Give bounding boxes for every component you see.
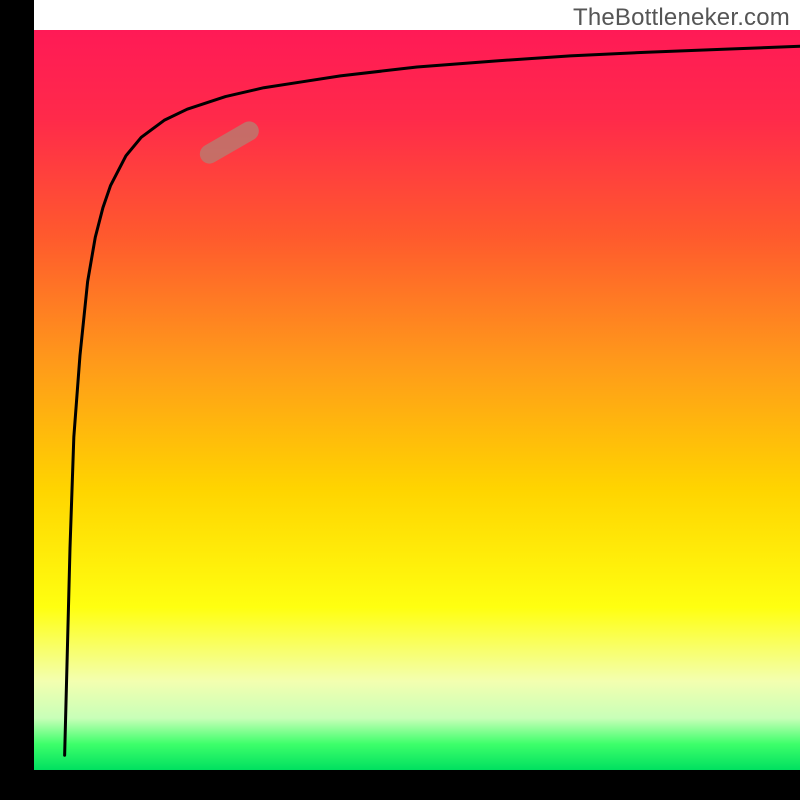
bottleneck-chart (0, 0, 800, 800)
watermark-text: TheBottleneker.com (573, 4, 790, 32)
y-axis (0, 0, 34, 800)
chart-container: TheBottleneker.com (0, 0, 800, 800)
plot-background (34, 30, 800, 770)
x-axis (0, 770, 800, 800)
